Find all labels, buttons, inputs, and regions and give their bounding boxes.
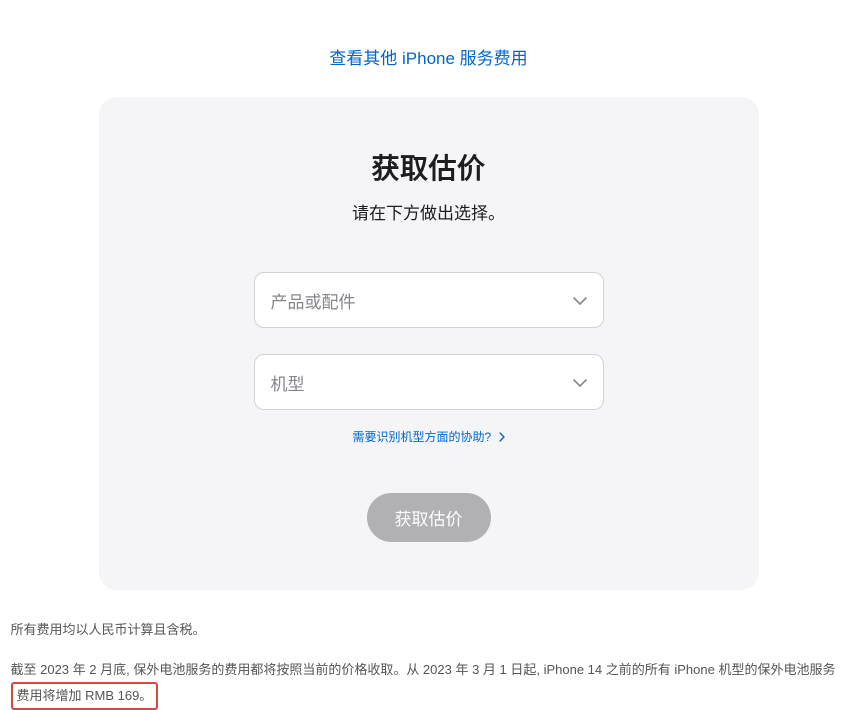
help-link-wrap: 需要识别机型方面的协助?: [147, 428, 711, 445]
estimate-card: 获取估价 请在下方做出选择。 产品或配件 机型 需要识别机型方面的协助?: [99, 97, 759, 590]
chevron-right-icon: [499, 431, 505, 445]
model-select-wrap: 机型: [254, 354, 604, 410]
footnotes: 所有费用均以人民币计算且含税。 截至 2023 年 2 月底, 保外电池服务的费…: [11, 618, 847, 710]
product-select-placeholder: 产品或配件: [271, 288, 356, 313]
identify-model-help-link[interactable]: 需要识别机型方面的协助?: [352, 430, 504, 444]
other-fees-link-wrap: 查看其他 iPhone 服务费用: [10, 44, 847, 69]
product-select[interactable]: 产品或配件: [254, 272, 604, 328]
footnote-price-change-text: 截至 2023 年 2 月底, 保外电池服务的费用都将按照当前的价格收取。从 2…: [11, 662, 836, 677]
other-fees-link[interactable]: 查看其他 iPhone 服务费用: [329, 49, 527, 68]
footnote-price-change: 截至 2023 年 2 月底, 保外电池服务的费用都将按照当前的价格收取。从 2…: [11, 658, 847, 710]
help-link-label: 需要识别机型方面的协助?: [352, 430, 491, 444]
price-increase-highlight: 费用将增加 RMB 169。: [11, 682, 159, 710]
product-select-wrap: 产品或配件: [254, 272, 604, 328]
card-subtitle: 请在下方做出选择。: [147, 199, 711, 224]
chevron-down-icon: [573, 290, 587, 310]
chevron-down-icon: [573, 372, 587, 392]
model-select[interactable]: 机型: [254, 354, 604, 410]
footnote-currency: 所有费用均以人民币计算且含税。: [11, 618, 847, 642]
get-estimate-button[interactable]: 获取估价: [367, 493, 491, 542]
card-title: 获取估价: [147, 147, 711, 187]
model-select-placeholder: 机型: [271, 370, 305, 395]
